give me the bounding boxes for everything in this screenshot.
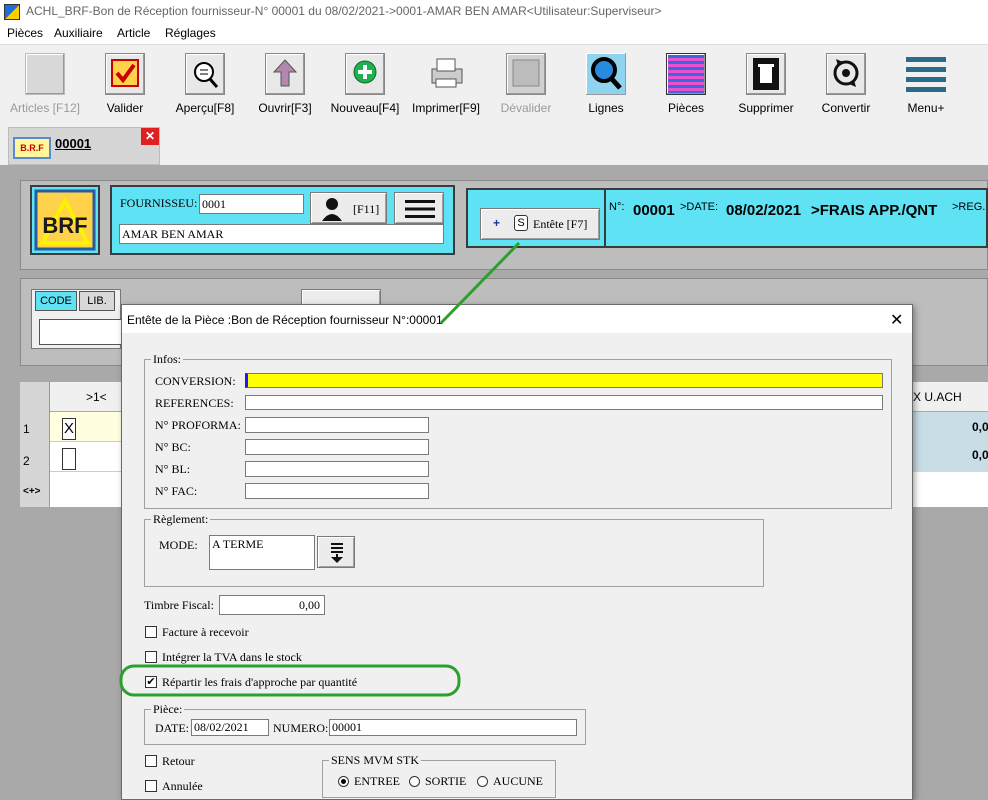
mode-list-button[interactable] bbox=[317, 536, 355, 568]
info-number: 00001 bbox=[633, 202, 675, 219]
menu-lines-icon bbox=[906, 53, 946, 95]
preview-icon bbox=[185, 53, 225, 95]
supplier-panel: FOURNISSEU: 0001 AMAR BEN AMAR [F11] bbox=[110, 185, 455, 255]
person-icon bbox=[322, 198, 342, 221]
retour-checkbox[interactable] bbox=[145, 755, 157, 767]
title-bar: ACHL_BRF-Bon de Réception fournisseur-N°… bbox=[0, 0, 988, 24]
row-number: 2 bbox=[23, 454, 30, 468]
supplier-menu-button[interactable] bbox=[394, 192, 444, 224]
annulee-checkbox[interactable] bbox=[145, 780, 157, 792]
grid-col-header: >1< bbox=[86, 390, 107, 404]
references-field[interactable] bbox=[245, 395, 883, 410]
row-value: 0,0 bbox=[972, 448, 988, 462]
imprimer-button[interactable]: Imprimer[F9] bbox=[406, 51, 486, 121]
checkmark-icon bbox=[105, 53, 145, 95]
piece-date-field[interactable]: 08/02/2021 bbox=[191, 719, 269, 736]
tab-lib[interactable]: LIB. bbox=[79, 291, 115, 311]
supprimer-button[interactable]: Supprimer bbox=[726, 51, 806, 121]
sens-group: SENS MVM STK ENTREE SORTIE AUCUNE bbox=[322, 753, 556, 798]
reglement-group: Règlement: MODE: A TERME bbox=[144, 512, 764, 587]
row-number: 1 bbox=[23, 422, 30, 436]
supplier-name-field[interactable]: AMAR BEN AMAR bbox=[119, 224, 444, 244]
window-title: ACHL_BRF-Bon de Réception fournisseur-N°… bbox=[26, 4, 662, 18]
trash-icon bbox=[746, 53, 786, 95]
magnifier-icon bbox=[586, 53, 626, 95]
articles-button[interactable]: Articles [F12] bbox=[5, 51, 85, 121]
app-icon bbox=[4, 4, 20, 20]
menu-bar: Pièces Auxiliaire Article Réglages bbox=[0, 24, 988, 44]
repartir-checkbox[interactable]: ✔ bbox=[145, 676, 157, 688]
valider-button[interactable]: Valider bbox=[85, 51, 165, 121]
grid-nav[interactable]: <+> bbox=[23, 486, 41, 497]
ouvrir-button[interactable]: Ouvrir[F3] bbox=[245, 51, 325, 121]
bl-field[interactable] bbox=[245, 461, 429, 477]
close-tab-icon[interactable]: ✕ bbox=[141, 128, 159, 145]
nouveau-button[interactable]: Nouveau[F4] bbox=[325, 51, 405, 121]
row-checkbox[interactable] bbox=[62, 448, 76, 470]
facture-checkbox[interactable] bbox=[145, 626, 157, 638]
timbre-field[interactable]: 0,00 bbox=[219, 595, 325, 615]
piece-group: Pièce: DATE: 08/02/2021 NUMERO: 00001 bbox=[144, 702, 586, 745]
entree-radio[interactable] bbox=[338, 776, 349, 787]
menu-reglages[interactable]: Réglages bbox=[165, 26, 216, 40]
tab-code[interactable]: CODE bbox=[35, 291, 77, 311]
info-strip: N°: 00001 >DATE: 08/02/2021 >FRAIS APP./… bbox=[604, 188, 988, 248]
unvalidate-icon bbox=[506, 53, 546, 95]
info-n-label: N°: bbox=[609, 201, 625, 213]
toolbar: Articles [F12] Valider Aperçu[F8] Ouvrir… bbox=[0, 44, 988, 120]
supplier-code-field[interactable]: 0001 bbox=[199, 194, 304, 214]
entete-dialog: Entête de la Pièce :Bon de Réception fou… bbox=[121, 304, 913, 800]
apercu-button[interactable]: Aperçu[F8] bbox=[165, 51, 245, 121]
piece-numero-field[interactable]: 00001 bbox=[329, 719, 577, 736]
infos-group: Infos: CONVERSION: REFERENCES: N° PROFOR… bbox=[144, 352, 892, 509]
devalider-button[interactable]: Dévalider bbox=[486, 51, 566, 121]
entete-panel: + S Entête [F7] bbox=[466, 188, 606, 248]
entete-button[interactable]: + S Entête [F7] bbox=[480, 208, 600, 240]
sortie-radio[interactable] bbox=[409, 776, 420, 787]
info-frais: >FRAIS APP./QNT bbox=[811, 202, 938, 219]
grid-col-right: X U.ACH bbox=[913, 390, 962, 404]
dialog-titlebar: Entête de la Pièce :Bon de Réception fou… bbox=[122, 305, 912, 333]
row-checkbox[interactable]: X bbox=[62, 418, 76, 440]
pieces-button[interactable]: Pièces bbox=[646, 51, 726, 121]
articles-icon bbox=[25, 53, 65, 95]
mode-field[interactable]: A TERME bbox=[209, 535, 315, 570]
supplier-f11-button[interactable]: [F11] bbox=[310, 192, 387, 224]
info-date-label: >DATE: bbox=[680, 201, 719, 213]
menu-article[interactable]: Article bbox=[117, 26, 150, 40]
convertir-button[interactable]: Convertir bbox=[806, 51, 886, 121]
fac-field[interactable] bbox=[245, 483, 429, 499]
menu-auxiliaire[interactable]: Auxiliaire bbox=[54, 26, 103, 40]
row-value: 0,0 bbox=[972, 420, 988, 434]
bc-field[interactable] bbox=[245, 439, 429, 455]
menu-pieces[interactable]: Pièces bbox=[7, 26, 43, 40]
document-tab[interactable]: B.R.F 00001 ✕ bbox=[8, 127, 160, 165]
list-down-icon bbox=[331, 543, 343, 563]
info-reg: >REG. bbox=[952, 201, 986, 213]
filter-input[interactable] bbox=[39, 319, 129, 345]
lignes-button[interactable]: Lignes bbox=[566, 51, 646, 121]
info-date: 08/02/2021 bbox=[726, 202, 802, 219]
printer-icon bbox=[426, 53, 466, 95]
proforma-field[interactable] bbox=[245, 417, 429, 433]
dialog-title: Entête de la Pièce :Bon de Réception fou… bbox=[127, 313, 443, 327]
menu-plus-button[interactable]: Menu+ bbox=[886, 51, 966, 121]
open-arrow-icon bbox=[265, 53, 305, 95]
brf-tab-icon: B.R.F bbox=[13, 137, 51, 159]
document-tab-label[interactable]: 00001 bbox=[55, 136, 91, 151]
new-plus-icon bbox=[345, 53, 385, 95]
svg-text:BRF: BRF bbox=[42, 213, 87, 238]
s-icon: S bbox=[514, 215, 528, 231]
plus-icon: + bbox=[493, 216, 501, 230]
pieces-grid-icon bbox=[666, 53, 706, 95]
aucune-radio[interactable] bbox=[477, 776, 488, 787]
tva-checkbox[interactable] bbox=[145, 651, 157, 663]
conversion-field[interactable] bbox=[245, 373, 883, 388]
convert-icon bbox=[826, 53, 866, 95]
hamburger-icon bbox=[405, 200, 435, 218]
supplier-label: FOURNISSEU: bbox=[120, 196, 198, 210]
close-icon[interactable]: ✕ bbox=[890, 310, 903, 330]
brf-logo: BRF bbox=[30, 185, 100, 255]
